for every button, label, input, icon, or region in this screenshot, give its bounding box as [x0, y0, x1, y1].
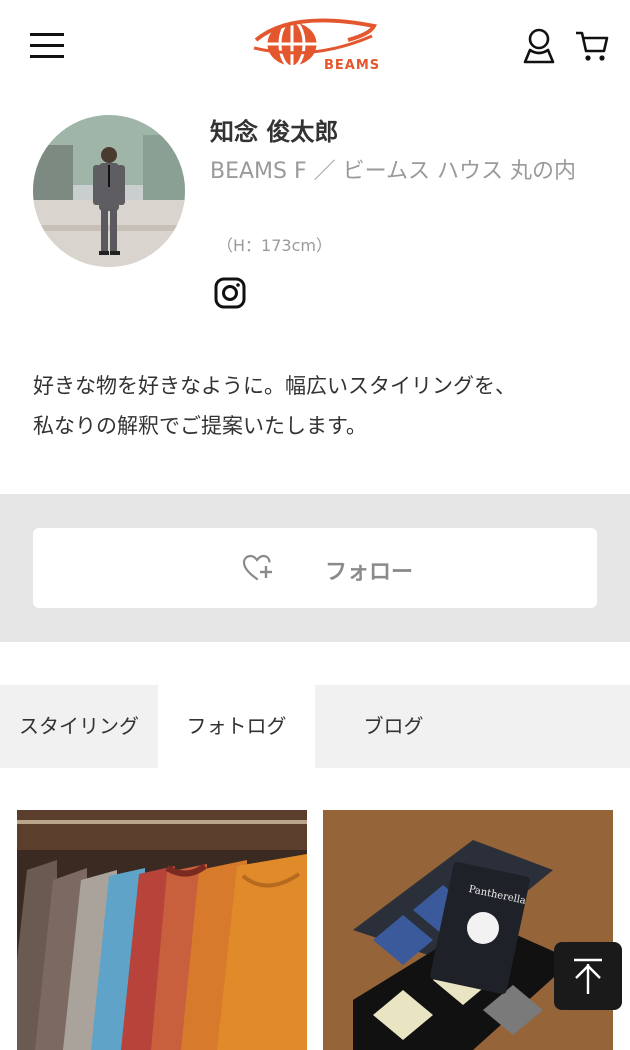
tab-blog[interactable]: ブログ — [315, 685, 472, 768]
logo-text: BEAMS — [324, 58, 381, 73]
content-tabs: スタイリング フォトログ ブログ — [0, 685, 630, 768]
hamburger-menu-icon[interactable] — [30, 33, 64, 59]
follow-button[interactable]: フォロー — [33, 528, 597, 608]
shopping-cart-icon[interactable] — [574, 28, 610, 64]
scroll-top-button[interactable] — [554, 942, 622, 1010]
user-account-icon[interactable] — [522, 28, 556, 64]
arrow-up-icon — [574, 958, 602, 994]
instagram-icon[interactable] — [214, 277, 246, 309]
tab-styling[interactable]: スタイリング — [0, 685, 158, 768]
staff-bio: 好きな物を好きなように。幅広いスタイリングを、 私なりの解釈でご提案いたします。 — [33, 366, 603, 446]
follow-section: フォロー — [0, 494, 630, 642]
staff-height: （H：173cm） — [217, 236, 332, 255]
site-header: BEAMS — [0, 0, 630, 95]
tab-photolog[interactable]: フォトログ — [158, 685, 315, 768]
follow-label: フォロー — [325, 560, 414, 585]
bio-line: 好きな物を好きなように。幅広いスタイリングを、 — [33, 374, 516, 398]
argyle-socks-photo[interactable]: Pantherella — [323, 810, 613, 1050]
knit-sweaters-photo[interactable] — [17, 810, 307, 1050]
heart-plus-icon — [243, 554, 272, 581]
staff-name: 知念 俊太郎 — [210, 118, 339, 146]
bio-line: 私なりの解釈でご提案いたします。 — [33, 414, 367, 438]
staff-shop: BEAMS F ／ ビームス ハウス 丸の内 — [210, 159, 576, 184]
staff-avatar — [33, 115, 185, 267]
